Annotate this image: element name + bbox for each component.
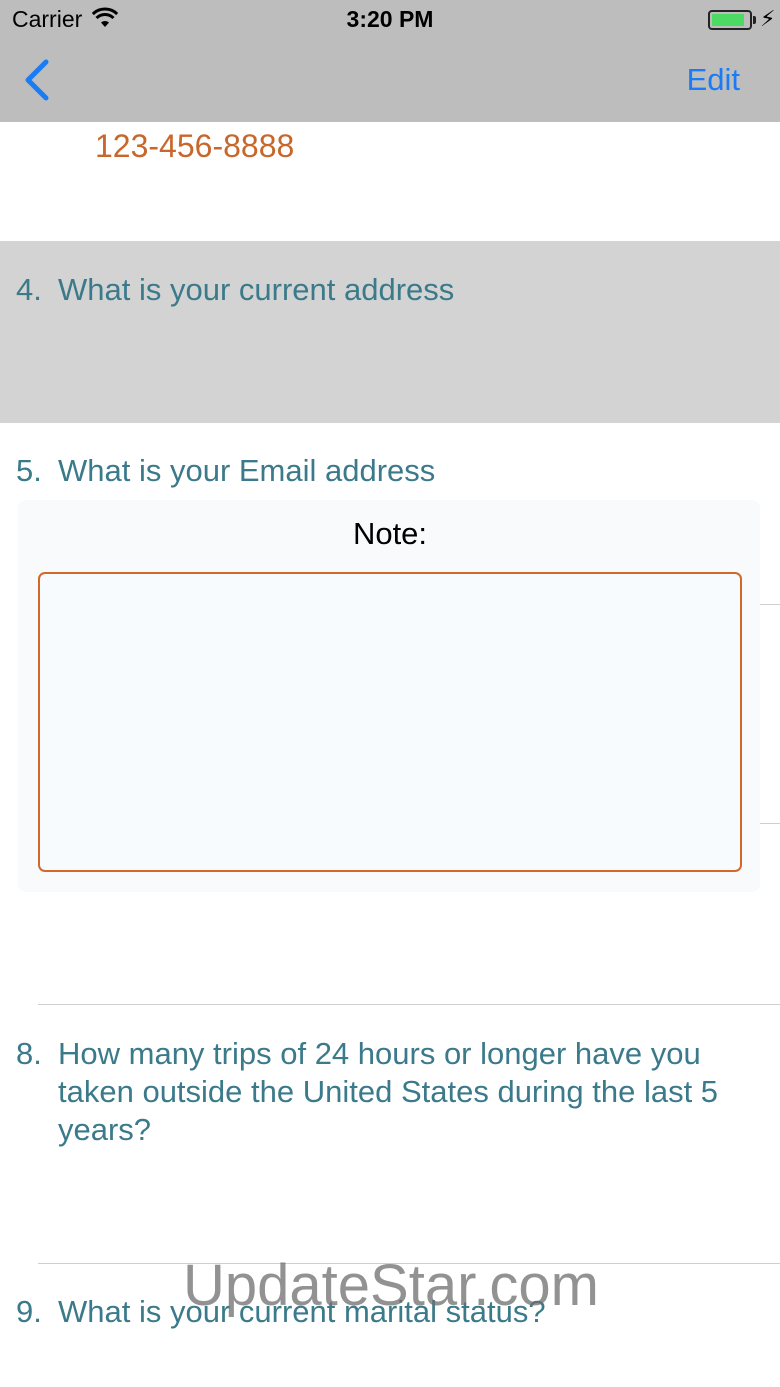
question-number: 9.: [16, 1294, 42, 1329]
battery-icon: [708, 10, 752, 30]
navigation-bar: Carrier 3:20 PM ⚡︎ Edit: [0, 0, 780, 122]
question-5[interactable]: 5. What is your Email address: [16, 452, 435, 490]
clock: 3:20 PM: [346, 6, 434, 32]
question-text: What is your current address: [58, 272, 455, 307]
edit-button[interactable]: Edit: [687, 62, 740, 98]
question-8[interactable]: 8. How many trips of 24 hours or longer …: [16, 1035, 718, 1147]
battery-level: [712, 14, 744, 26]
question-number: 4.: [16, 272, 42, 307]
watermark: UpdateStar.com: [183, 1253, 599, 1318]
note-label: Note:: [352, 516, 428, 551]
question-text: What is your Email address: [58, 453, 436, 488]
row-separator: [38, 1004, 780, 1005]
charging-icon: ⚡︎: [760, 6, 776, 31]
phone-answer: 123-456-8888: [95, 128, 295, 164]
back-button[interactable]: [20, 58, 60, 102]
battery-tip: [753, 16, 756, 24]
question-9[interactable]: 9. What is your current marital status?: [16, 1293, 546, 1331]
question-text: How many trips of 24 hours or longer hav…: [58, 1036, 719, 1147]
note-textarea[interactable]: [38, 572, 742, 872]
question-4[interactable]: 4. What is your current address: [16, 271, 454, 309]
question-number: 5.: [16, 453, 42, 488]
question-row-highlighted[interactable]: [0, 241, 780, 423]
question-number: 8.: [16, 1036, 42, 1071]
chevron-left-icon: [25, 59, 49, 101]
